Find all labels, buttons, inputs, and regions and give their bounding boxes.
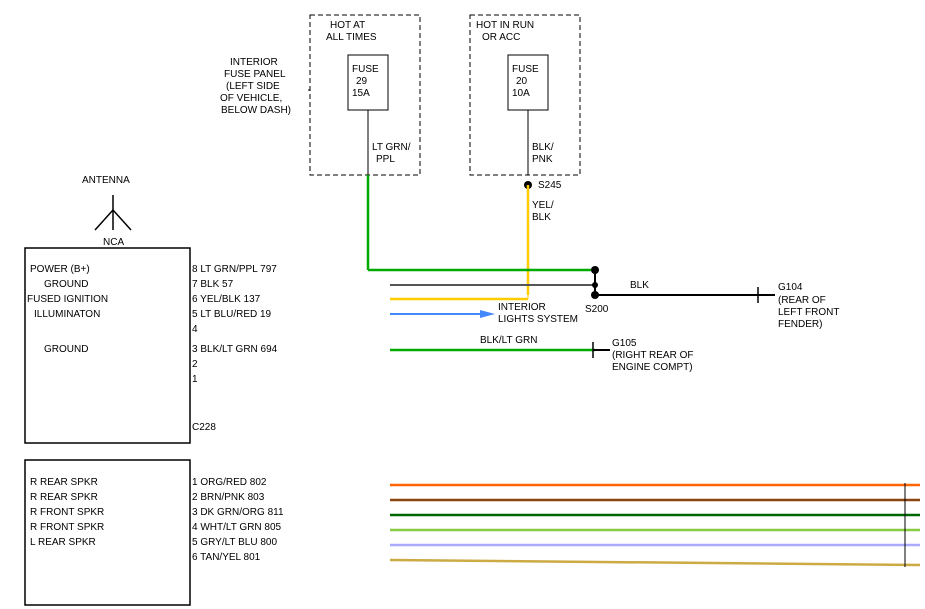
svg-text:3 BLK/LT GRN 694: 3 BLK/LT GRN 694 xyxy=(192,344,278,355)
svg-text:1: 1 xyxy=(192,374,198,385)
svg-text:2: 2 xyxy=(192,359,198,370)
svg-text:BELOW DASH): BELOW DASH) xyxy=(221,105,291,116)
svg-text:ALL TIMES: ALL TIMES xyxy=(326,32,377,43)
svg-text:LEFT FRONT: LEFT FRONT xyxy=(778,307,839,318)
svg-text:HOT IN RUN: HOT IN RUN xyxy=(476,20,534,31)
svg-text:YEL/: YEL/ xyxy=(532,200,554,211)
svg-text:G104: G104 xyxy=(778,282,803,293)
svg-text:8 LT GRN/PPL 797: 8 LT GRN/PPL 797 xyxy=(192,264,277,275)
wiring-svg: HOT AT ALL TIMES HOT IN RUN OR ACC INTER… xyxy=(0,0,925,609)
svg-text:(RIGHT REAR OF: (RIGHT REAR OF xyxy=(612,350,693,361)
svg-text:FENDER): FENDER) xyxy=(778,319,822,330)
svg-text:5 GRY/LT BLU 800: 5 GRY/LT BLU 800 xyxy=(192,537,277,548)
svg-text:15A: 15A xyxy=(352,88,370,99)
wiring-diagram: HOT AT ALL TIMES HOT IN RUN OR ACC INTER… xyxy=(0,0,925,609)
svg-text:1 ORG/RED 802: 1 ORG/RED 802 xyxy=(192,477,267,488)
svg-text:PPL: PPL xyxy=(376,154,395,165)
svg-text:S245: S245 xyxy=(538,180,562,191)
svg-text:3 DK GRN/ORG 811: 3 DK GRN/ORG 811 xyxy=(192,507,284,518)
svg-text:(LEFT SIDE: (LEFT SIDE xyxy=(226,81,280,92)
svg-text:6 YEL/BLK 137: 6 YEL/BLK 137 xyxy=(192,294,261,305)
svg-text:POWER (B+): POWER (B+) xyxy=(30,264,90,275)
svg-text:OR ACC: OR ACC xyxy=(482,32,520,43)
svg-text:HOT AT: HOT AT xyxy=(330,20,365,31)
svg-text:6 TAN/YEL 801: 6 TAN/YEL 801 xyxy=(192,552,261,563)
svg-text:ILLUMINATON: ILLUMINATON xyxy=(34,309,100,320)
svg-text:L REAR SPKR: L REAR SPKR xyxy=(30,537,96,548)
svg-text:BLK/: BLK/ xyxy=(532,142,554,153)
svg-text:FUSED IGNITION: FUSED IGNITION xyxy=(27,294,108,305)
svg-text:LT GRN/: LT GRN/ xyxy=(372,142,411,153)
svg-text:10A: 10A xyxy=(512,88,530,99)
svg-text:BLK/LT GRN: BLK/LT GRN xyxy=(480,335,537,346)
svg-text:C228: C228 xyxy=(192,422,216,433)
svg-text:OF VEHICLE,: OF VEHICLE, xyxy=(220,93,282,104)
svg-text:FUSE: FUSE xyxy=(512,64,539,75)
svg-text:INTERIOR: INTERIOR xyxy=(498,302,546,313)
svg-text:2 BRN/PNK 803: 2 BRN/PNK 803 xyxy=(192,492,265,503)
svg-text:GROUND: GROUND xyxy=(44,344,88,355)
svg-text:R REAR SPKR: R REAR SPKR xyxy=(30,477,98,488)
svg-text:4 WHT/LT GRN 805: 4 WHT/LT GRN 805 xyxy=(192,522,282,533)
svg-text:NCA: NCA xyxy=(103,237,124,248)
svg-text:INTERIOR: INTERIOR xyxy=(230,57,278,68)
svg-text:GROUND: GROUND xyxy=(44,279,88,290)
svg-text:R REAR SPKR: R REAR SPKR xyxy=(30,492,98,503)
svg-text:(REAR OF: (REAR OF xyxy=(778,295,826,306)
svg-text:FUSE PANEL: FUSE PANEL xyxy=(224,69,286,80)
svg-text:G105: G105 xyxy=(612,338,637,349)
svg-text:PNK: PNK xyxy=(532,154,553,165)
svg-text:ANTENNA: ANTENNA xyxy=(82,175,130,186)
svg-text:LIGHTS SYSTEM: LIGHTS SYSTEM xyxy=(498,314,578,325)
svg-text:BLK: BLK xyxy=(630,280,649,291)
svg-text:R FRONT SPKR: R FRONT SPKR xyxy=(30,507,104,518)
svg-text:7 BLK 57: 7 BLK 57 xyxy=(192,279,234,290)
svg-text:FUSE: FUSE xyxy=(352,64,379,75)
svg-text:S200: S200 xyxy=(585,304,609,315)
svg-text:20: 20 xyxy=(516,76,528,87)
svg-text:5 LT BLU/RED 19: 5 LT BLU/RED 19 xyxy=(192,309,272,320)
svg-text:R FRONT SPKR: R FRONT SPKR xyxy=(30,522,104,533)
svg-text:4: 4 xyxy=(192,324,198,335)
svg-text:BLK: BLK xyxy=(532,212,551,223)
svg-text:ENGINE COMPT): ENGINE COMPT) xyxy=(612,362,693,373)
svg-text:29: 29 xyxy=(356,76,368,87)
